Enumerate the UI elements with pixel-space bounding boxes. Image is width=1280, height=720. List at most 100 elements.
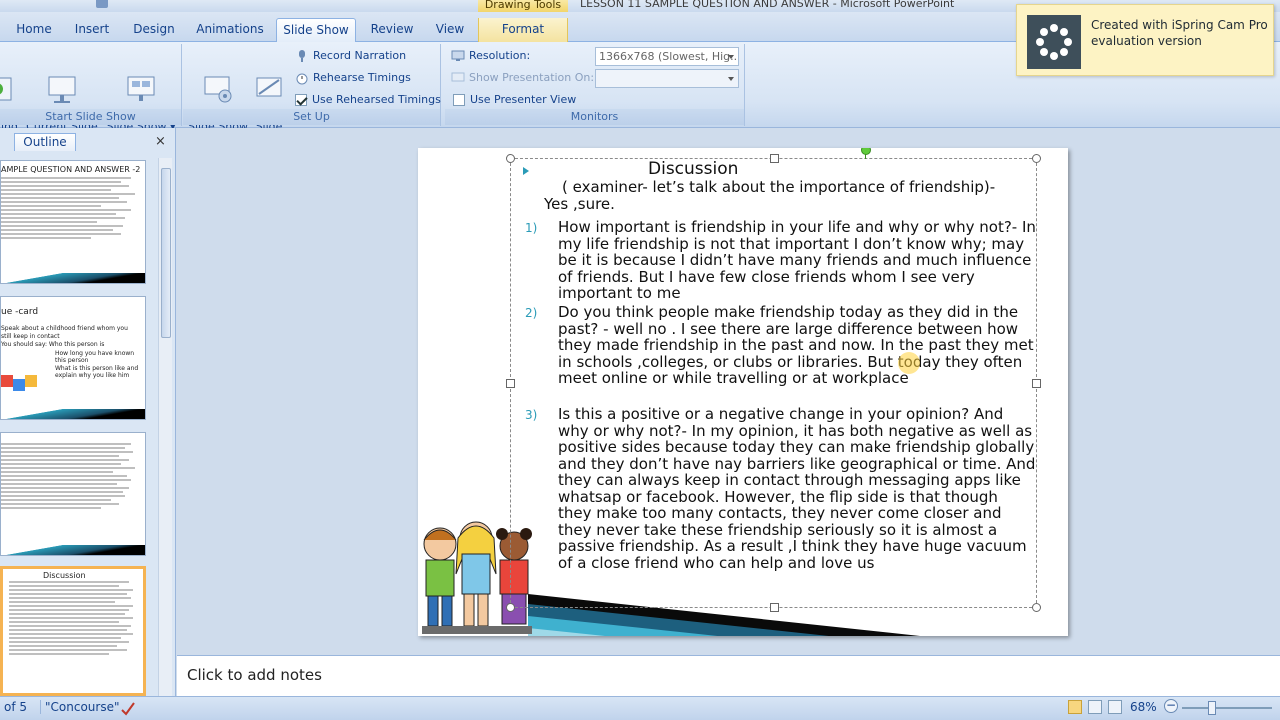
thumbnail-band [1, 409, 145, 419]
microphone-icon [295, 49, 309, 63]
from-current-slide-button[interactable]: From Current Slide [26, 48, 98, 133]
thumbnail-text-lines [1, 443, 145, 511]
thumbnail-line: explain why you like him [55, 372, 130, 379]
group-start-slide-show: rom ning From Current Slide Custom Slide… [0, 44, 182, 133]
custom-slide-show-button[interactable]: Custom Slide Show ▾ [104, 48, 178, 133]
thumbnail-line: How long you have known [55, 350, 135, 357]
tab-format[interactable]: Format [478, 18, 568, 42]
presenter-view-label: Use Presenter View [470, 93, 577, 106]
resize-handle-bottom-right[interactable] [1032, 603, 1041, 612]
thumbnail-line: You should say: Who this person is [1, 341, 105, 348]
resolution-label: Resolution: [469, 49, 531, 62]
scrollbar-thumb[interactable] [161, 168, 171, 338]
show-presentation-on-row: Show Presentation On: [451, 68, 594, 88]
content-textbox[interactable]: Discussion ( examiner- let’s talk about … [506, 148, 1041, 612]
show-on-label: Show Presentation On: [469, 71, 595, 84]
question-text: How important is friendship in your life… [558, 218, 1036, 302]
group-label-monitors: Monitors [445, 109, 744, 125]
spellcheck-icon[interactable] [120, 700, 136, 716]
window-title: LESSON 11 SAMPLE QUESTION AND ANSWER - M… [580, 0, 955, 10]
notes-pane[interactable]: Click to add notes [177, 655, 1280, 696]
zoom-out-button[interactable]: − [1164, 699, 1178, 713]
tab-design[interactable]: Design [126, 18, 182, 42]
question-number: 3) [525, 408, 538, 422]
tab-outline[interactable]: Outline [14, 133, 76, 151]
abc-blocks-icon [1, 375, 37, 391]
use-presenter-view-checkbox[interactable]: Use Presenter View [453, 90, 576, 110]
slide-thumbnail-3[interactable] [0, 432, 146, 556]
slide-canvas[interactable]: Discussion ( examiner- let’s talk about … [418, 148, 1068, 636]
question-text: Is this a positive or a negative change … [558, 405, 1036, 572]
thumbnail-title: AMPLE QUESTION AND ANSWER -2 [1, 165, 141, 174]
resolution-select[interactable]: 1366x768 (Slowest, Hig... [595, 47, 739, 66]
slide-thumbnail-2[interactable]: ue -card Speak about a childhood friend … [0, 296, 146, 420]
thumbnail-title: Discussion [43, 571, 86, 580]
slide-title[interactable]: Discussion [648, 159, 948, 179]
bullet-arrow-icon [523, 167, 529, 175]
thumbnail-scrollbar[interactable] [158, 158, 172, 696]
tab-slide-show[interactable]: Slide Show [276, 18, 356, 42]
setup-icon [203, 61, 233, 103]
ispring-logo-icon [1027, 15, 1081, 69]
use-presenter-checkbox-box[interactable] [453, 94, 465, 106]
resize-handle-left[interactable] [506, 379, 515, 388]
tab-view[interactable]: View [428, 18, 472, 42]
thumbnail-line: this person [55, 357, 89, 364]
ispring-line-2: evaluation version [1091, 34, 1202, 48]
question-item-3[interactable]: 3) Is this a positive or a negative chan… [525, 406, 1035, 588]
tab-animations[interactable]: Animations [192, 18, 268, 42]
projector-screen-icon [47, 61, 77, 103]
slides-panel: Outline × AMPLE QUESTION AND ANSWER -2 u… [0, 128, 176, 696]
ispring-line-1: Created with iSpring Cam Pro [1091, 18, 1268, 32]
rehearse-timings-label: Rehearse Timings [313, 71, 411, 84]
slide-count: of 5 [4, 700, 28, 714]
notes-placeholder: Click to add notes [187, 666, 322, 684]
zoom-slider-handle[interactable] [1208, 701, 1216, 715]
slide-thumbnail-4[interactable]: Discussion [0, 566, 146, 696]
slide-thumbnails: AMPLE QUESTION AND ANSWER -2 ue -card Sp… [0, 158, 158, 696]
question-number: 2) [525, 306, 538, 320]
zoom-level[interactable]: 68% [1130, 700, 1157, 714]
question-number: 1) [525, 221, 538, 235]
view-buttons [1068, 700, 1128, 716]
use-rehearsed-timings-checkbox[interactable]: Use Rehearsed Timings [295, 90, 441, 110]
resize-handle-top-right[interactable] [1032, 154, 1041, 163]
resolution-label-row: Resolution: [451, 46, 530, 66]
intro-paragraph[interactable]: ( examiner- let’s talk about the importa… [544, 179, 1024, 213]
close-icon[interactable]: × [155, 134, 166, 149]
group-label-setup: Set Up [183, 109, 440, 125]
slide-editor: Discussion ( examiner- let’s talk about … [177, 128, 1280, 654]
tab-review[interactable]: Review [364, 18, 420, 42]
rehearse-timings-button[interactable]: Rehearse Timings [295, 68, 411, 88]
resize-handle-bottom[interactable] [770, 603, 779, 612]
use-rehearsed-label: Use Rehearsed Timings [312, 93, 441, 106]
zoom-slider[interactable] [1182, 707, 1272, 709]
custom-show-icon [126, 61, 156, 101]
slide-thumbnail-1[interactable]: AMPLE QUESTION AND ANSWER -2 [0, 160, 146, 284]
thumbnail-line: Speak about a childhood friend whom you [1, 325, 128, 332]
set-up-slide-show-button[interactable]: Set Up Slide Show [185, 48, 251, 133]
question-text: Do you think people make friendship toda… [558, 303, 1034, 387]
hide-slide-button[interactable]: Hide Slide [251, 48, 287, 133]
resolution-value: 1366x768 (Slowest, Hig... [599, 50, 739, 63]
quick-access-icon[interactable] [96, 0, 108, 8]
record-narration-button[interactable]: Record Narration [295, 46, 406, 66]
resize-handle-top-left[interactable] [506, 154, 515, 163]
theme-name: "Concourse" [40, 700, 119, 714]
stopwatch-icon [295, 71, 309, 85]
group-monitors: Resolution: 1366x768 (Slowest, Hig... Sh… [445, 44, 745, 126]
thumbnail-text-lines [1, 177, 145, 241]
question-item-1[interactable]: 1) How important is friendship in your l… [525, 218, 1036, 302]
rotation-handle[interactable] [861, 148, 871, 155]
slideshow-view-icon[interactable] [1108, 700, 1122, 714]
show-presentation-on-select[interactable] [595, 69, 739, 88]
normal-view-icon[interactable] [1068, 700, 1082, 714]
tab-home[interactable]: Home [8, 18, 60, 42]
resize-handle-bottom-left[interactable] [506, 603, 515, 612]
slide-sorter-view-icon[interactable] [1088, 700, 1102, 714]
question-item-2[interactable]: 2) Do you think people make friendship t… [525, 304, 1035, 404]
tab-insert[interactable]: Insert [66, 18, 118, 42]
ispring-watermark: Created with iSpring Cam Pro evaluation … [1016, 4, 1274, 76]
use-rehearsed-checkbox-box[interactable] [295, 94, 307, 106]
from-beginning-button[interactable]: rom ning [0, 48, 26, 133]
